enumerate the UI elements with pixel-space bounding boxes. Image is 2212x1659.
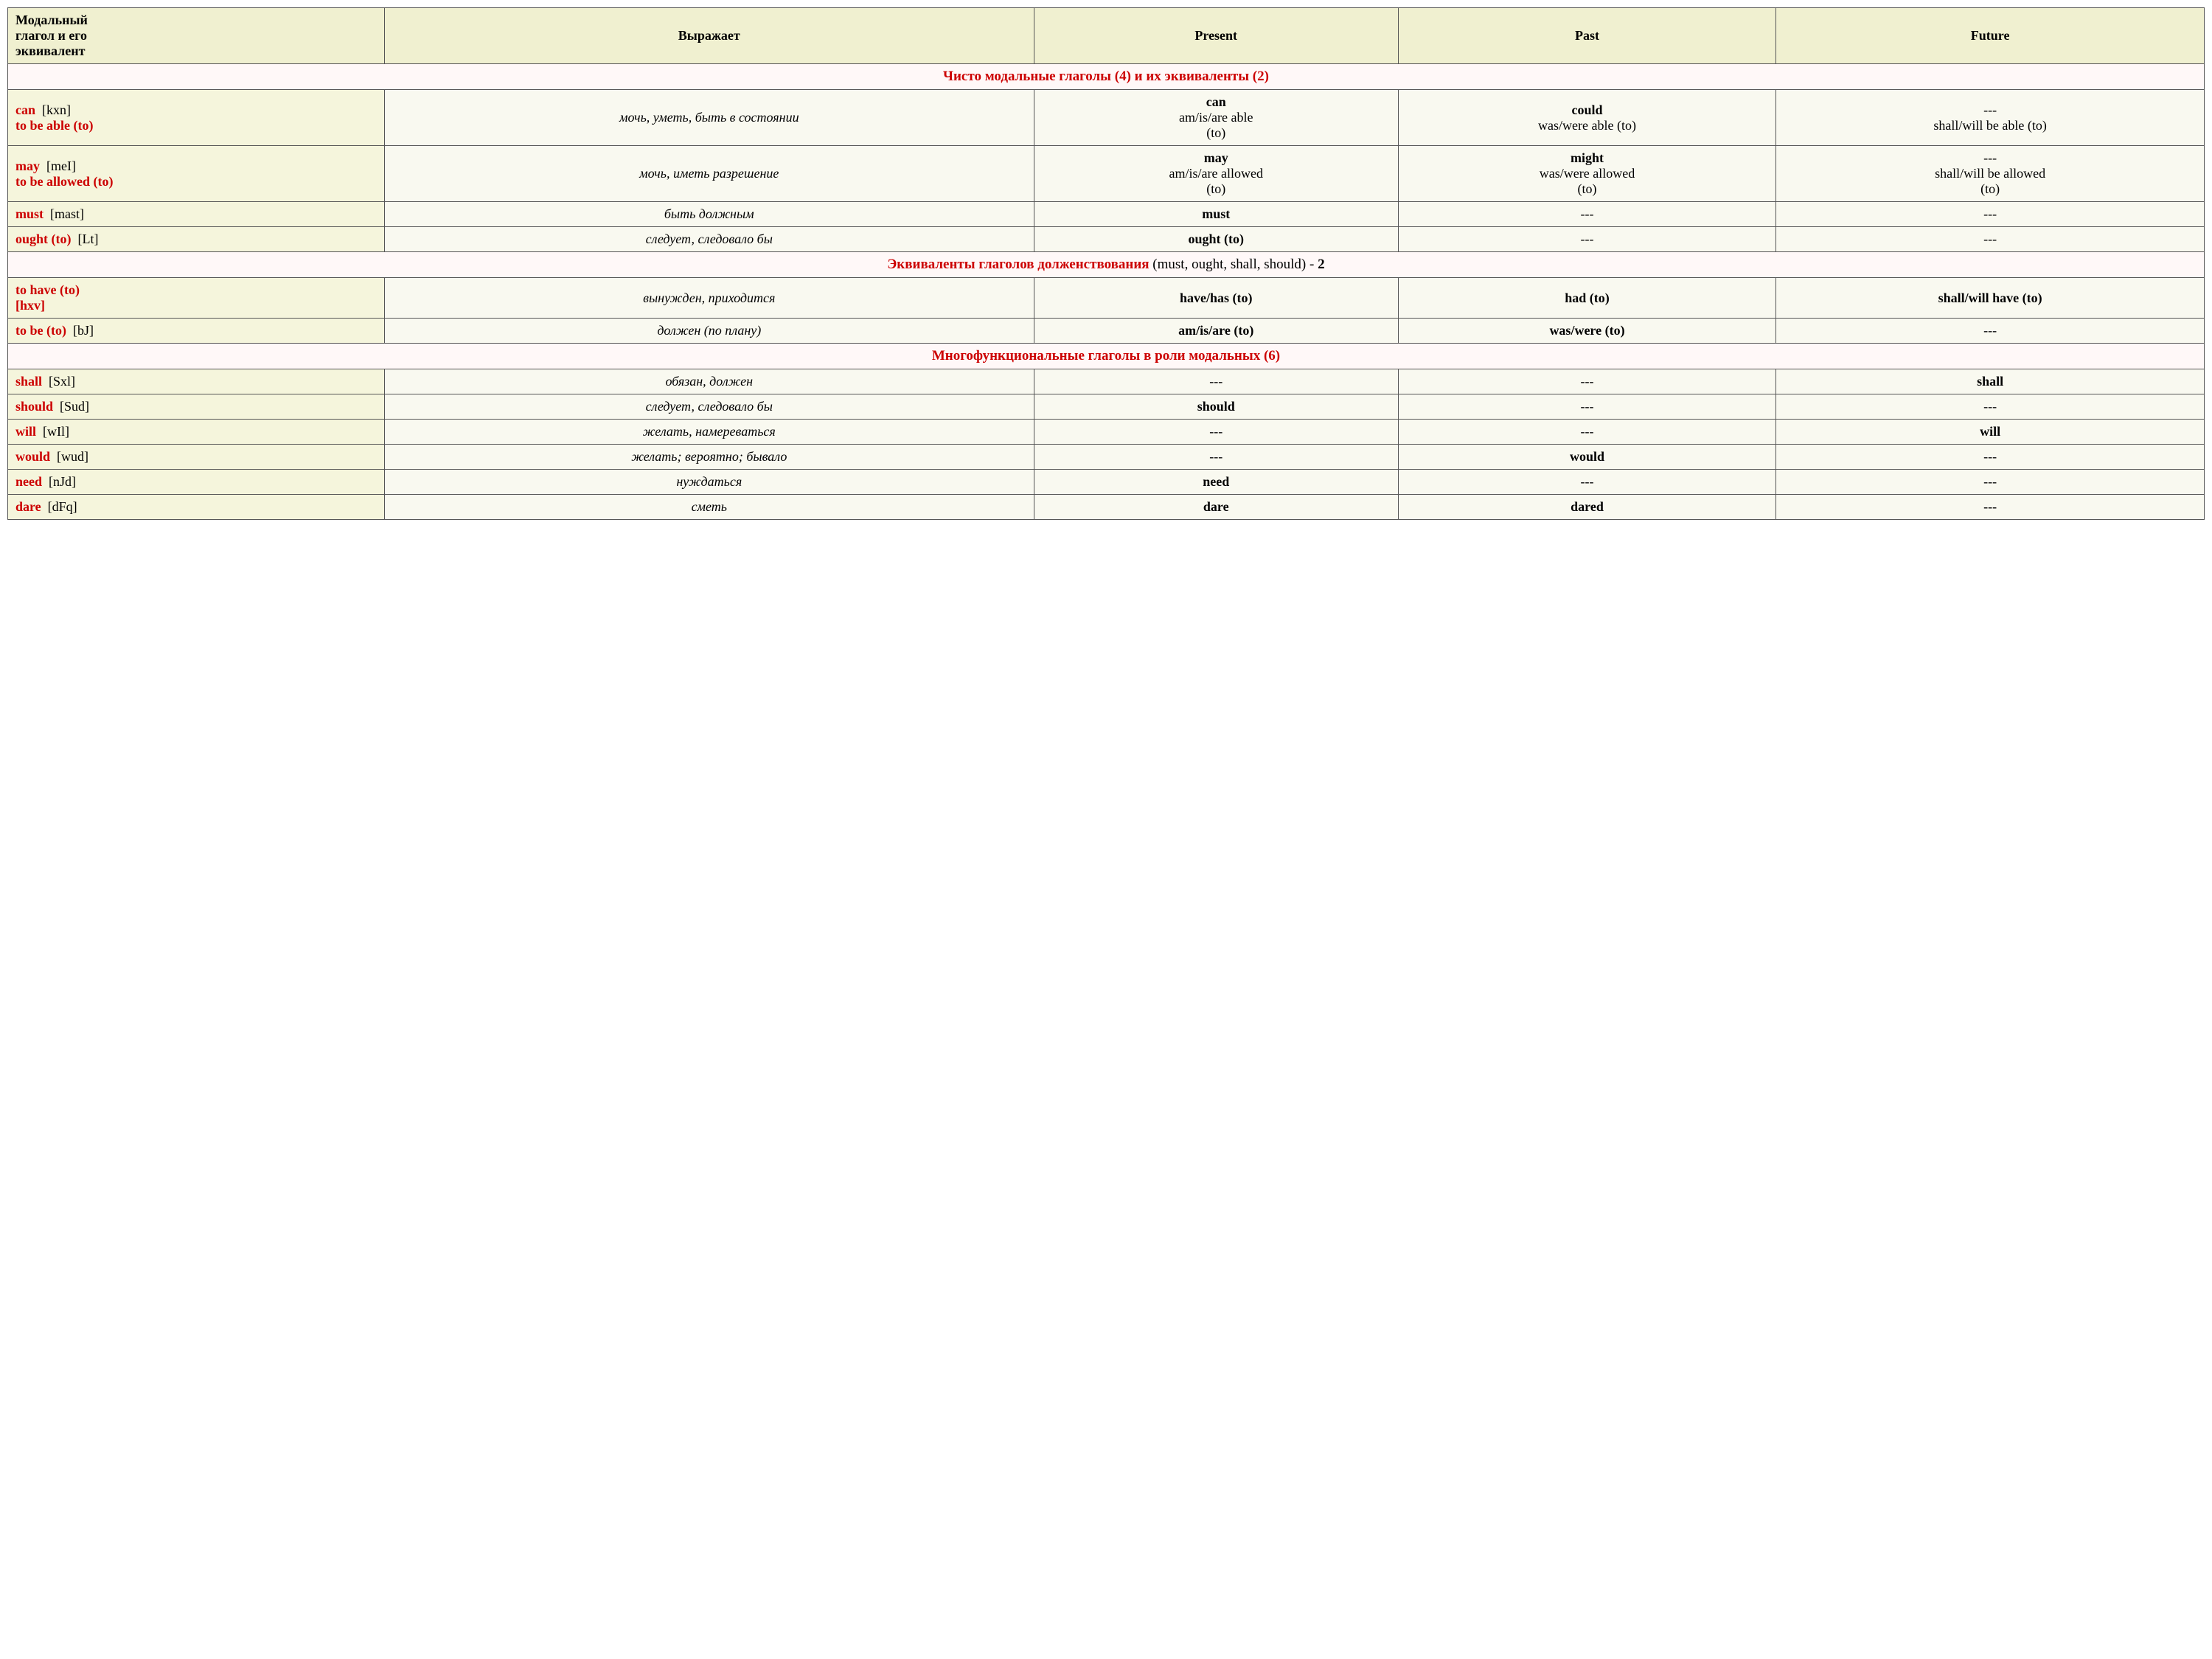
future-need: --- [1776,470,2205,495]
meaning-may: мочь, иметь разрешение [384,146,1034,202]
future-may: ---shall/will be allowed(to) [1776,146,2205,202]
table-row: to be (to) [bJ] должен (по плану) am/is/… [8,319,2205,344]
meaning-ought: следует, следовало бы [384,227,1034,252]
verb-need: need [nJd] [8,470,385,495]
past-may: mightwas/were allowed(to) [1398,146,1775,202]
table-row: dare [dFq] сметь dare dared --- [8,495,2205,520]
header-verb: Модальныйглагол и егоэквивалент [8,8,385,64]
section-header-2: Эквиваленты глаголов долженствования (mu… [8,252,2205,278]
present-should: should [1034,394,1398,420]
modal-verbs-table: Модальныйглагол и егоэквивалент Выражает… [7,7,2205,520]
past-dare: dared [1398,495,1775,520]
meaning-need: нуждаться [384,470,1034,495]
header-meaning: Выражает [384,8,1034,64]
future-must: --- [1776,202,2205,227]
past-should: --- [1398,394,1775,420]
verb-will: will [wIl] [8,420,385,445]
table-row: may [meI] to be allowed (to) мочь, иметь… [8,146,2205,202]
section-header-2-text: Эквиваленты глаголов долженствования (mu… [8,252,2205,278]
section-header-1-text: Чисто модальные глаголы (4) и их эквивал… [8,64,2205,90]
present-dare: dare [1034,495,1398,520]
meaning-would: желать; вероятно; бывало [384,445,1034,470]
verb-should: should [Sud] [8,394,385,420]
table-header-row: Модальныйглагол и егоэквивалент Выражает… [8,8,2205,64]
past-need: --- [1398,470,1775,495]
present-would: --- [1034,445,1398,470]
verb-shall: shall [Sxl] [8,369,385,394]
present-be-to: am/is/are (to) [1034,319,1398,344]
future-shall: shall [1776,369,2205,394]
past-be-to: was/were (to) [1398,319,1775,344]
present-must: must [1034,202,1398,227]
verb-dare: dare [dFq] [8,495,385,520]
present-will: --- [1034,420,1398,445]
table-row: would [wud] желать; вероятно; бывало ---… [8,445,2205,470]
past-can: couldwas/were able (to) [1398,90,1775,146]
meaning-must: быть должным [384,202,1034,227]
header-future: Future [1776,8,2205,64]
verb-must: must [mast] [8,202,385,227]
table-row: shall [Sxl] обязан, должен --- --- shall [8,369,2205,394]
present-can: canam/is/are able(to) [1034,90,1398,146]
past-shall: --- [1398,369,1775,394]
section-header-3-text: Многофункциональные глаголы в роли модал… [8,344,2205,369]
verb-would: would [wud] [8,445,385,470]
future-will: will [1776,420,2205,445]
present-need: need [1034,470,1398,495]
present-have-to: have/has (to) [1034,278,1398,319]
past-must: --- [1398,202,1775,227]
table-row: will [wIl] желать, намереваться --- --- … [8,420,2205,445]
meaning-be-to: должен (по плану) [384,319,1034,344]
table-row: should [Sud] следует, следовало бы shoul… [8,394,2205,420]
verb-be-to: to be (to) [bJ] [8,319,385,344]
meaning-can: мочь, уметь, быть в состоянии [384,90,1034,146]
header-present: Present [1034,8,1398,64]
past-would: would [1398,445,1775,470]
meaning-should: следует, следовало бы [384,394,1034,420]
verb-ought: ought (to) [Lt] [8,227,385,252]
verb-have-to: to have (to) [hxv] [8,278,385,319]
future-have-to: shall/will have (to) [1776,278,2205,319]
future-would: --- [1776,445,2205,470]
future-dare: --- [1776,495,2205,520]
present-ought: ought (to) [1034,227,1398,252]
future-should: --- [1776,394,2205,420]
meaning-have-to: вынужден, приходится [384,278,1034,319]
section-header-1: Чисто модальные глаголы (4) и их эквивал… [8,64,2205,90]
meaning-dare: сметь [384,495,1034,520]
past-will: --- [1398,420,1775,445]
table-row: need [nJd] нуждаться need --- --- [8,470,2205,495]
section-header-3: Многофункциональные глаголы в роли модал… [8,344,2205,369]
past-ought: --- [1398,227,1775,252]
meaning-shall: обязан, должен [384,369,1034,394]
present-may: mayam/is/are allowed(to) [1034,146,1398,202]
future-be-to: --- [1776,319,2205,344]
verb-can: can [kxn] to be able (to) [8,90,385,146]
present-shall: --- [1034,369,1398,394]
verb-may: may [meI] to be allowed (to) [8,146,385,202]
meaning-will: желать, намереваться [384,420,1034,445]
header-past: Past [1398,8,1775,64]
table-row: ought (to) [Lt] следует, следовало бы ou… [8,227,2205,252]
table-row: to have (to) [hxv] вынужден, приходится … [8,278,2205,319]
table-row: can [kxn] to be able (to) мочь, уметь, б… [8,90,2205,146]
past-have-to: had (to) [1398,278,1775,319]
table-row: must [mast] быть должным must --- --- [8,202,2205,227]
future-ought: --- [1776,227,2205,252]
future-can: ---shall/will be able (to) [1776,90,2205,146]
